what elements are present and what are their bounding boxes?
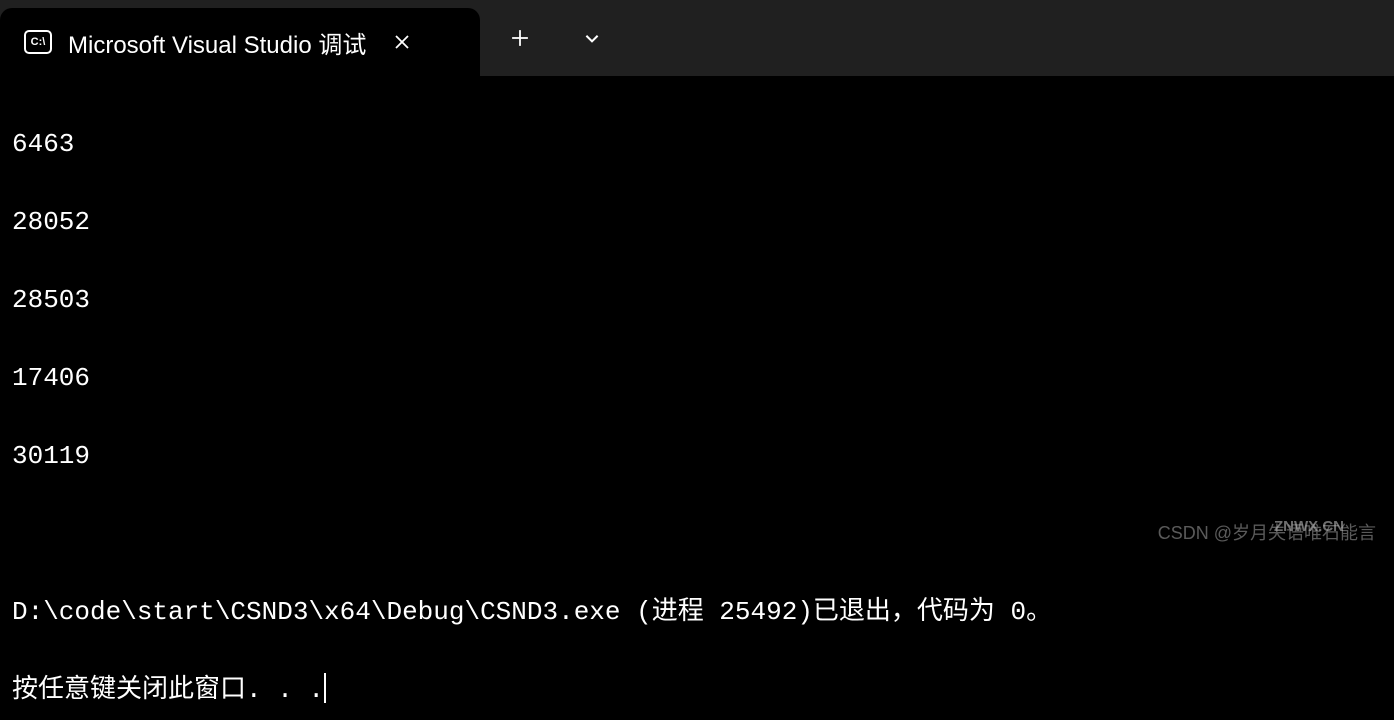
output-line: 17406 [12,359,1382,398]
output-line: 30119 [12,437,1382,476]
active-tab[interactable]: C:\ Microsoft Visual Studio 调试 [0,8,480,76]
terminal-icon-text: C:\ [31,36,46,48]
output-line: 28052 [12,203,1382,242]
terminal-output[interactable]: 6463 28052 28503 17406 30119 D:\code\sta… [0,76,1394,720]
tab-bar: C:\ Microsoft Visual Studio 调试 [0,0,1394,76]
output-line: 6463 [12,125,1382,164]
tab-dropdown-button[interactable] [572,18,612,58]
text-cursor [324,673,326,703]
output-line: 28503 [12,281,1382,320]
exit-message: D:\code\start\CSND3\x64\Debug\CSND3.exe … [12,593,1382,632]
terminal-icon: C:\ [24,30,52,54]
tab-actions [480,0,612,76]
close-icon [394,34,410,50]
new-tab-button[interactable] [500,18,540,58]
prompt-message: 按任意键关闭此窗口. . . [12,675,324,705]
tab-title: Microsoft Visual Studio 调试 [68,25,366,60]
close-tab-button[interactable] [386,26,418,58]
watermark-text: CSDN @岁月失语唯石能言 [1158,519,1376,545]
chevron-down-icon [583,29,601,47]
plus-icon [511,29,529,47]
